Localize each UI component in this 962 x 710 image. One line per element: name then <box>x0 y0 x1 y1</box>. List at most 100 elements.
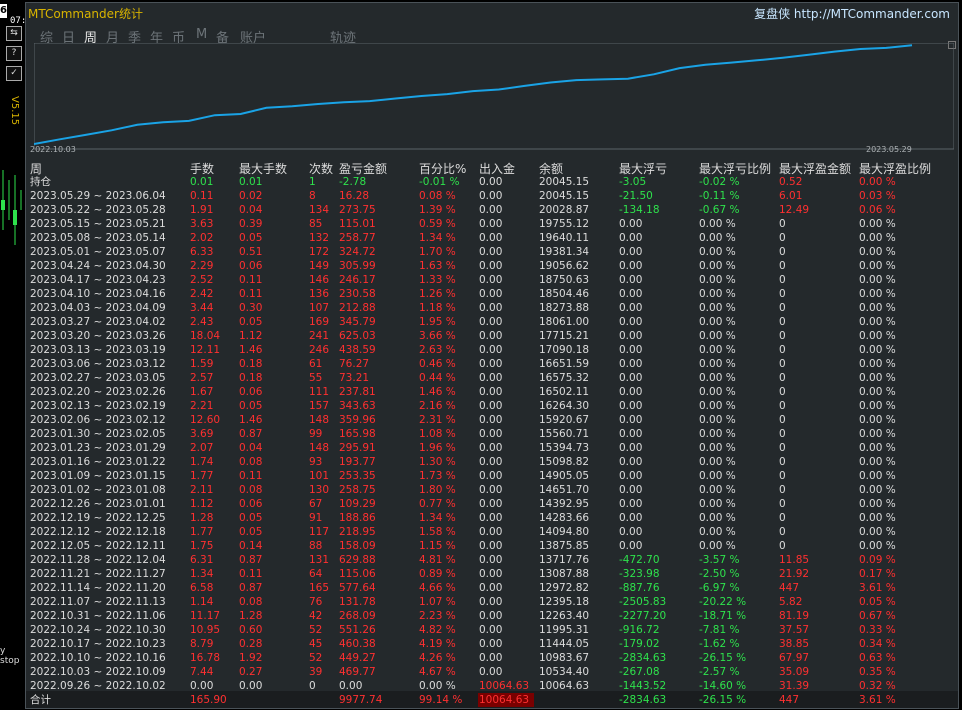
cell: 1.77 <box>190 526 214 538</box>
cell: 1.96 % <box>419 442 456 454</box>
cell: 237.81 <box>339 386 376 398</box>
cell: 0.00 % <box>699 484 736 496</box>
cell: 0.00 % <box>859 246 896 258</box>
cell: -134.18 <box>619 204 660 216</box>
cell: 99.14 % <box>419 694 463 706</box>
table-row[interactable]: 2022.10.03 ~ 2022.10.09 7.44 0.27 39 469.77 4… <box>26 665 958 679</box>
cell: 165 <box>309 582 330 594</box>
cell: 0.00 <box>479 190 503 202</box>
table-row[interactable]: 2023.01.23 ~ 2023.01.29 2.07 0.04 148 295.91… <box>26 441 958 455</box>
cell: 18.04 <box>190 330 221 342</box>
window-title: MTCommander统计 <box>28 7 143 21</box>
table-row[interactable]: 2023.01.02 ~ 2023.01.08 2.11 0.08 130 258.75… <box>26 483 958 497</box>
table-row[interactable]: 2023.05.15 ~ 2023.05.21 3.63 0.39 85 115.01 0… <box>26 217 958 231</box>
table-row[interactable]: 2022.10.24 ~ 2022.10.30 10.95 0.60 52 551.26… <box>26 623 958 637</box>
table-row[interactable]: 2022.12.19 ~ 2022.12.25 1.28 0.05 91 188.86 1… <box>26 511 958 525</box>
cell: -7.81 % <box>699 624 740 636</box>
cell: 0.00 <box>619 260 643 272</box>
cell: 2023.03.13 ~ 2023.03.19 <box>30 344 166 356</box>
cell: 111 <box>309 386 330 398</box>
table-row[interactable]: 2023.04.24 ~ 2023.04.30 2.29 0.06 149 305.99… <box>26 259 958 273</box>
cell: 16651.59 <box>539 358 590 370</box>
cell: 0 <box>779 372 786 384</box>
cell: 14651.70 <box>539 484 590 496</box>
cell: -323.98 <box>619 568 660 580</box>
cell: 2023.03.20 ~ 2023.03.26 <box>30 330 166 342</box>
cell: 218.95 <box>339 526 376 538</box>
cell: 0.59 % <box>419 218 456 230</box>
table-row[interactable]: 2022.10.17 ~ 2022.10.23 8.79 0.28 45 460.38 4… <box>26 637 958 651</box>
table-row[interactable]: 2023.04.17 ~ 2023.04.23 2.52 0.11 146 246.17… <box>26 273 958 287</box>
table-row[interactable]: 2023.05.29 ~ 2023.06.04 0.11 0.02 8 16.28 0.0… <box>26 189 958 203</box>
table-row[interactable]: 2022.12.05 ~ 2022.12.11 1.75 0.14 88 158.09 1… <box>26 539 958 553</box>
cell: 134 <box>309 204 330 216</box>
check-icon[interactable]: ✓ <box>6 66 22 81</box>
swap-icon[interactable]: ⇆ <box>6 26 22 41</box>
cell: 0.00 % <box>699 400 736 412</box>
cell: -1.62 % <box>699 638 740 650</box>
cell: 1.12 <box>190 498 214 510</box>
table-row[interactable]: 2023.01.16 ~ 2023.01.22 1.74 0.08 93 193.77 1… <box>26 455 958 469</box>
tab-7[interactable]: M <box>196 27 207 42</box>
cell: 2023.03.06 ~ 2023.03.12 <box>30 358 166 370</box>
cell: 258.77 <box>339 232 376 244</box>
table-row[interactable]: 2023.01.30 ~ 2023.02.05 3.69 0.87 99 165.98 1… <box>26 427 958 441</box>
cell: 1.14 <box>190 596 214 608</box>
cell: 0.00 % <box>859 176 896 188</box>
cell: 0 <box>779 456 786 468</box>
cell: 0.00 <box>619 302 643 314</box>
cell: 0.00 % <box>699 414 736 426</box>
table-row[interactable]: 2023.02.06 ~ 2023.02.12 12.60 1.46 148 359.9… <box>26 413 958 427</box>
table-row[interactable]: 2022.12.26 ~ 2023.01.01 1.12 0.06 67 109.29 0… <box>26 497 958 511</box>
cell: 0.00 <box>619 442 643 454</box>
table-row[interactable]: 2023.03.27 ~ 2023.04.02 2.43 0.05 169 345.79… <box>26 315 958 329</box>
table-row[interactable]: 2023.05.08 ~ 2023.05.14 2.02 0.05 132 258.77… <box>26 231 958 245</box>
table-row[interactable]: 2023.05.01 ~ 2023.05.07 6.33 0.51 172 324.72… <box>26 245 958 259</box>
cell: 295.91 <box>339 442 376 454</box>
table-row[interactable]: 2022.10.10 ~ 2022.10.16 16.78 1.92 52 449.27… <box>26 651 958 665</box>
cell: 2023.01.02 ~ 2023.01.08 <box>30 484 166 496</box>
cell: 15098.82 <box>539 456 590 468</box>
cell: 38.85 <box>779 638 810 650</box>
cell: 18504.46 <box>539 288 590 300</box>
table-row[interactable]: 2023.04.10 ~ 2023.04.16 2.42 0.11 136 230.58… <box>26 287 958 301</box>
cell: 1.28 <box>190 512 214 524</box>
cell: 12.49 <box>779 204 810 216</box>
table-row[interactable]: 2022.12.12 ~ 2022.12.18 1.77 0.05 117 218.95… <box>26 525 958 539</box>
table-row[interactable]: 2022.11.28 ~ 2022.12.04 6.31 0.87 131 629.88… <box>26 553 958 567</box>
table-row[interactable]: 2022.10.31 ~ 2022.11.06 11.17 1.28 42 268.09… <box>26 609 958 623</box>
cell: 0.00 <box>479 274 503 286</box>
cell: 1.46 % <box>419 386 456 398</box>
cell: 0.33 % <box>859 624 896 636</box>
cell: 0.00 <box>479 554 503 566</box>
table-row[interactable]: 持仓 0.01 0.01 1 -2.78 -0.01 % 0.00 20045.15 -3.05… <box>26 175 958 189</box>
table-row[interactable]: 2023.03.06 ~ 2023.03.12 1.59 0.18 61 76.27 0.… <box>26 357 958 371</box>
cell: 81.19 <box>779 610 810 622</box>
table-row[interactable]: 2022.11.07 ~ 2022.11.13 1.14 0.08 76 131.78 1… <box>26 595 958 609</box>
cell: 19056.62 <box>539 260 590 272</box>
cell: 0.28 <box>239 638 263 650</box>
help-icon[interactable]: ? <box>6 46 22 61</box>
table-row[interactable]: 2023.03.20 ~ 2023.03.26 18.04 1.12 241 625.0… <box>26 329 958 343</box>
table-row[interactable]: 2023.03.13 ~ 2023.03.19 12.11 1.46 246 438.5… <box>26 343 958 357</box>
table-row[interactable]: 2023.02.20 ~ 2023.02.26 1.67 0.06 111 237.81… <box>26 385 958 399</box>
cell: 2023.02.27 ~ 2023.03.05 <box>30 372 166 384</box>
cell: 16502.11 <box>539 386 590 398</box>
cell: 0.00 <box>619 288 643 300</box>
cell: 0.00 % <box>859 512 896 524</box>
table-row[interactable]: 2023.05.22 ~ 2023.05.28 1.91 0.04 134 273.75… <box>26 203 958 217</box>
cell: 0.00 % <box>699 428 736 440</box>
table-row[interactable]: 2023.04.03 ~ 2023.04.09 3.44 0.30 107 212.88… <box>26 301 958 315</box>
cell: 1.18 % <box>419 302 456 314</box>
table-row[interactable]: 2023.02.13 ~ 2023.02.19 2.21 0.05 157 343.63… <box>26 399 958 413</box>
table-row[interactable]: 2023.02.27 ~ 2023.03.05 2.57 0.18 55 73.21 0.… <box>26 371 958 385</box>
cell: 6.01 <box>779 190 803 202</box>
cell: -2834.63 <box>619 694 667 706</box>
cell: 0.63 % <box>859 652 896 664</box>
table-row[interactable]: 2023.01.09 ~ 2023.01.15 1.77 0.11 101 253.35… <box>26 469 958 483</box>
cell: -2834.63 <box>619 652 667 664</box>
cell: 13875.85 <box>539 540 590 552</box>
table-row[interactable]: 2022.11.21 ~ 2022.11.27 1.34 0.11 64 115.06 0… <box>26 567 958 581</box>
table-row[interactable]: 2022.11.14 ~ 2022.11.20 6.58 0.87 165 577.64… <box>26 581 958 595</box>
brand-link[interactable]: 复盘侠 http://MTCommander.com <box>754 5 950 22</box>
